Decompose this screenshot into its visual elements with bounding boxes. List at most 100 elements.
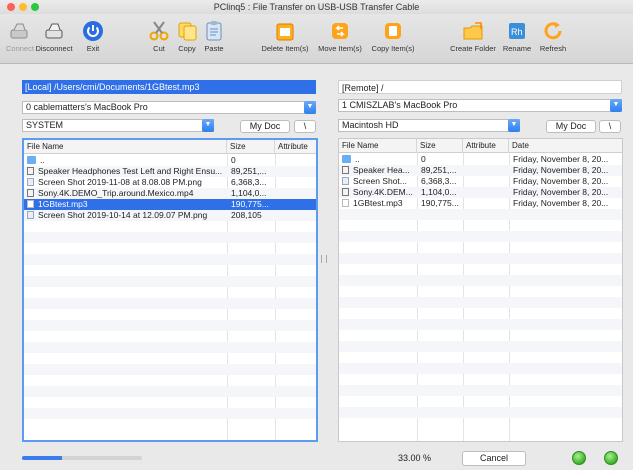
cell-name: Screen Shot 2019-11-08 at 8.08.08 PM.png xyxy=(27,177,225,188)
local-path-bar: [Local] /Users/cmi/Documents/1GBtest.mp3 xyxy=(22,80,316,94)
table-row[interactable]: Sony.4K.DEMO_Trip.around.Mexico.mp4 1,104… xyxy=(24,188,316,199)
cell-size: 89,251,... xyxy=(231,166,267,176)
audio-file-icon xyxy=(342,199,349,207)
title-bar: PClinq5 : File Transfer on USB-USB Trans… xyxy=(0,0,633,14)
transfer-progress-bar xyxy=(22,456,142,460)
table-row[interactable]: 1GBtest.mp3 190,775... Friday, November 8,… xyxy=(339,198,622,209)
table-row xyxy=(24,408,316,419)
table-row[interactable]: Screen Shot 2019-11-08 at 8.08.08 PM.png… xyxy=(24,177,316,188)
table-row xyxy=(339,374,622,385)
cell-size: 208,105 xyxy=(231,210,262,220)
table-row[interactable]: Sony.4K.DEM... 1,104,0... Friday, November… xyxy=(339,187,622,198)
cell-attribute xyxy=(279,188,316,199)
toolbar: Connect Disconnect Exit Cut Copy Paste D… xyxy=(0,14,633,64)
table-row xyxy=(339,385,622,396)
close-window-button[interactable] xyxy=(7,3,15,11)
remote-col-size[interactable]: Size xyxy=(417,139,463,153)
image-file-icon xyxy=(342,177,349,185)
local-connection-status-icon xyxy=(572,451,586,465)
table-row xyxy=(24,331,316,342)
cell-attribute xyxy=(279,210,316,221)
folder-icon xyxy=(27,156,36,164)
local-my-doc-button[interactable]: My Doc xyxy=(240,120,290,133)
rename-button[interactable]: Rh Rename xyxy=(500,20,534,53)
refresh-button[interactable]: Refresh xyxy=(536,20,570,53)
table-row xyxy=(24,276,316,287)
table-row[interactable]: Screen Shot 2019-10-14 at 12.09.07 PM.pn… xyxy=(24,210,316,221)
local-col-name[interactable]: File Name xyxy=(24,140,227,154)
minimize-window-button[interactable] xyxy=(19,3,27,11)
cell-name: Screen Shot... xyxy=(342,176,416,187)
move-icon xyxy=(332,23,348,39)
copy-items-button[interactable]: Copy Item(s) xyxy=(368,20,418,53)
table-row[interactable]: Speaker Headphones Test Left and Right E… xyxy=(24,166,316,177)
local-computer-select[interactable]: 0 cablematters's MacBook Pro ▼ xyxy=(22,101,316,114)
chevron-down-icon: ▼ xyxy=(610,99,622,112)
paste-icon xyxy=(206,21,222,41)
table-row xyxy=(24,287,316,298)
exit-button[interactable]: Exit xyxy=(82,20,104,53)
local-col-attribute[interactable]: Attribute xyxy=(275,140,316,154)
rename-icon: Rh xyxy=(509,23,525,39)
local-col-size[interactable]: Size xyxy=(227,140,275,154)
cell-date: Friday, November 8, 20... xyxy=(513,165,609,175)
remote-my-doc-button[interactable]: My Doc xyxy=(546,120,596,133)
cell-date: Friday, November 8, 20... xyxy=(513,187,609,197)
zoom-window-button[interactable] xyxy=(31,3,39,11)
copy-button[interactable]: Copy xyxy=(175,20,199,53)
table-row[interactable]: 1GBtest.mp3 190,775... xyxy=(24,199,316,210)
remote-col-attribute[interactable]: Attribute xyxy=(463,139,509,153)
table-row[interactable]: Speaker Hea... 89,251,... Friday, November… xyxy=(339,165,622,176)
table-row xyxy=(24,353,316,364)
new-folder-icon xyxy=(463,22,483,40)
svg-text:Rh: Rh xyxy=(511,27,523,37)
cell-name: .. xyxy=(27,155,225,166)
paste-button[interactable]: Paste xyxy=(201,20,227,53)
move-items-button[interactable]: Move Item(s) xyxy=(314,20,366,53)
remote-drive-select[interactable]: Macintosh HD ▼ xyxy=(338,119,520,132)
cell-size: 190,775... xyxy=(231,199,269,209)
cancel-button[interactable]: Cancel xyxy=(462,451,526,466)
table-row xyxy=(339,286,622,297)
table-row[interactable]: .. 0 Friday, November 8, 20... xyxy=(339,154,622,165)
progress-fill xyxy=(22,456,62,460)
audio-file-icon xyxy=(27,200,34,208)
pane-splitter-handle[interactable] xyxy=(321,255,327,263)
table-row xyxy=(24,375,316,386)
cell-attribute xyxy=(467,187,507,198)
create-folder-button[interactable]: Create Folder xyxy=(448,20,498,53)
local-drive-select[interactable]: SYSTEM ▼ xyxy=(22,119,214,132)
table-row[interactable]: .. 0 xyxy=(24,155,316,166)
cell-attribute xyxy=(467,154,507,165)
remote-file-table[interactable]: File Name Size Attribute Date .. 0 Friday,… xyxy=(338,138,623,442)
disconnect-button[interactable]: Disconnect xyxy=(34,20,74,53)
cut-button[interactable]: Cut xyxy=(148,20,170,53)
cell-size: 6,368,3... xyxy=(231,177,267,187)
remote-col-date[interactable]: Date xyxy=(509,139,622,153)
cell-name: 1GBtest.mp3 xyxy=(27,199,225,210)
cell-attribute xyxy=(279,155,316,166)
table-row xyxy=(339,407,622,418)
remote-computer-select[interactable]: 1 CMISZLAB's MacBook Pro ▼ xyxy=(338,99,622,112)
table-row[interactable]: Screen Shot... 6,368,3... Friday, November… xyxy=(339,176,622,187)
remote-root-button[interactable]: \ xyxy=(599,120,621,133)
connect-button[interactable]: Connect xyxy=(6,20,34,53)
local-root-button[interactable]: \ xyxy=(294,120,316,133)
table-row xyxy=(24,309,316,320)
table-row xyxy=(339,297,622,308)
cell-attribute xyxy=(279,166,316,177)
table-row xyxy=(339,330,622,341)
remote-col-name[interactable]: File Name xyxy=(339,139,417,153)
image-file-icon xyxy=(27,178,34,186)
scissors-icon xyxy=(149,21,169,41)
video-file-icon xyxy=(342,166,349,174)
cell-attribute xyxy=(279,177,316,188)
cell-size: 1,104,0... xyxy=(231,188,267,198)
local-file-table[interactable]: File Name Size Attribute .. 0 Speaker Head… xyxy=(22,138,318,442)
delete-items-button[interactable]: Delete Item(s) xyxy=(258,20,312,53)
power-icon xyxy=(83,21,103,41)
table-row xyxy=(24,221,316,232)
cell-date: Friday, November 8, 20... xyxy=(513,154,609,164)
cell-name: Sony.4K.DEMO_Trip.around.Mexico.mp4 xyxy=(27,188,225,199)
cell-attribute xyxy=(467,165,507,176)
